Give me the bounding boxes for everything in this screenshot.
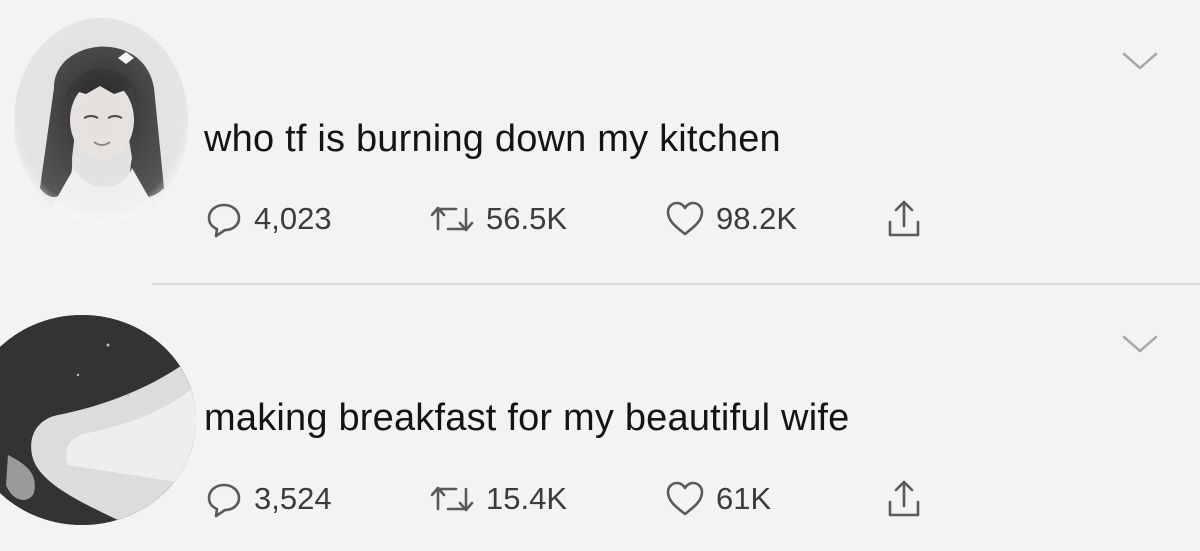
reply-button[interactable]: 4,023 [204, 197, 332, 241]
share-upload-icon [888, 480, 920, 517]
like-count: 61K [716, 481, 772, 516]
tweet-text: making breakfast for my beautiful wife [204, 397, 850, 439]
profile-photo-dark-icon [0, 315, 196, 525]
heart-icon [666, 201, 704, 236]
retweet-button[interactable]: 56.5K [428, 197, 567, 241]
reply-count: 4,023 [254, 201, 332, 236]
tweet-text: who tf is burning down my kitchen [204, 118, 781, 160]
like-button[interactable]: 98.2K [664, 197, 797, 241]
share-button[interactable] [884, 477, 924, 521]
share-upload-icon [888, 200, 920, 237]
speech-bubble-icon [207, 483, 241, 518]
tweet-1[interactable]: who tf is burning down my kitchen 4,023 … [0, 0, 1200, 285]
retweet-arrows-icon [430, 486, 474, 512]
avatar[interactable] [14, 18, 188, 224]
like-button[interactable]: 61K [664, 477, 771, 521]
heart-icon [666, 481, 704, 516]
retweet-button[interactable]: 15.4K [428, 477, 567, 521]
retweet-count: 15.4K [486, 481, 568, 516]
chevron-down-icon[interactable] [1120, 50, 1160, 74]
avatar[interactable] [0, 315, 196, 525]
tweet-2[interactable]: making breakfast for my beautiful wife 3… [0, 285, 1200, 551]
retweet-arrows-icon [430, 206, 474, 232]
profile-photo-woman-icon [14, 18, 188, 224]
like-count: 98.2K [716, 201, 798, 236]
speech-bubble-icon [207, 203, 241, 238]
share-button[interactable] [884, 197, 924, 241]
chevron-down-icon[interactable] [1120, 333, 1160, 357]
reply-count: 3,524 [254, 481, 332, 516]
reply-button[interactable]: 3,524 [204, 477, 332, 521]
tweet-feed: who tf is burning down my kitchen 4,023 … [0, 0, 1200, 551]
retweet-count: 56.5K [486, 201, 568, 236]
